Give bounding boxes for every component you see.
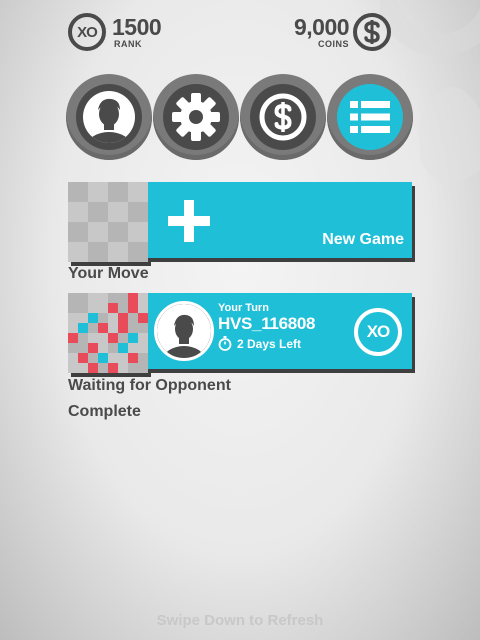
new-game-label: New Game	[322, 231, 404, 248]
xo-rank-icon: XO	[68, 13, 106, 51]
user-avatar-icon	[83, 91, 135, 143]
section-complete: Complete	[68, 403, 141, 420]
section-waiting: Waiting for Opponent	[68, 377, 231, 394]
board-cell-mark	[128, 333, 138, 343]
coins-value: 9,000	[294, 13, 350, 40]
board-cell-mark	[118, 343, 128, 353]
time-remaining: 2 Days Left	[218, 336, 301, 351]
board-cell-mark	[68, 333, 78, 343]
board-cell-mark	[88, 313, 98, 323]
gear-icon	[172, 93, 220, 141]
board-cell-mark	[98, 323, 108, 333]
xo-badge-icon: XO	[354, 308, 402, 356]
board-cell-mark	[108, 363, 118, 373]
dollar-coin-icon	[353, 13, 392, 51]
plus-icon	[168, 200, 210, 242]
board-cell-mark	[118, 313, 128, 323]
user-avatar-icon	[157, 304, 211, 358]
coins-stat: 9,000 COINS	[294, 13, 392, 51]
empty-board-thumbnail[interactable]	[68, 182, 148, 262]
board-cell-mark	[88, 363, 98, 373]
rank-label: RANK	[114, 38, 142, 49]
game-card-hvs[interactable]: Your Turn HVS_116808 2 Days Left XO	[148, 293, 412, 369]
turn-status: Your Turn	[218, 302, 269, 314]
section-your-move: Your Move	[68, 265, 149, 282]
board-cell-mark	[128, 303, 138, 313]
dollar-coin-icon	[259, 93, 307, 141]
new-game-button[interactable]: New Game	[148, 182, 412, 258]
refresh-hint: Swipe Down to Refresh	[156, 612, 324, 629]
list-button[interactable]	[327, 74, 413, 160]
board-cell-mark	[108, 303, 118, 313]
board-cell-mark	[128, 293, 138, 303]
list-icon	[350, 101, 390, 133]
board-cell-mark	[98, 353, 108, 363]
settings-button[interactable]	[153, 74, 239, 160]
stopwatch-icon	[218, 336, 232, 351]
board-cell-mark	[78, 323, 88, 333]
rank-value: 1500	[112, 13, 162, 40]
game-board-thumbnail[interactable]	[68, 293, 148, 373]
opponent-name: HVS_116808	[218, 314, 316, 333]
board-cell-mark	[78, 353, 88, 363]
coins-label: COINS	[318, 38, 350, 49]
rank-stat: XO 1500 RANK	[68, 13, 162, 51]
profile-button[interactable]	[66, 74, 152, 160]
opponent-avatar	[154, 301, 214, 361]
board-cell-mark	[108, 333, 118, 343]
store-button[interactable]	[240, 74, 326, 160]
board-cell-mark	[88, 343, 98, 353]
board-cell-mark	[138, 313, 148, 323]
board-cell-mark	[118, 323, 128, 333]
board-cell-mark	[128, 353, 138, 363]
